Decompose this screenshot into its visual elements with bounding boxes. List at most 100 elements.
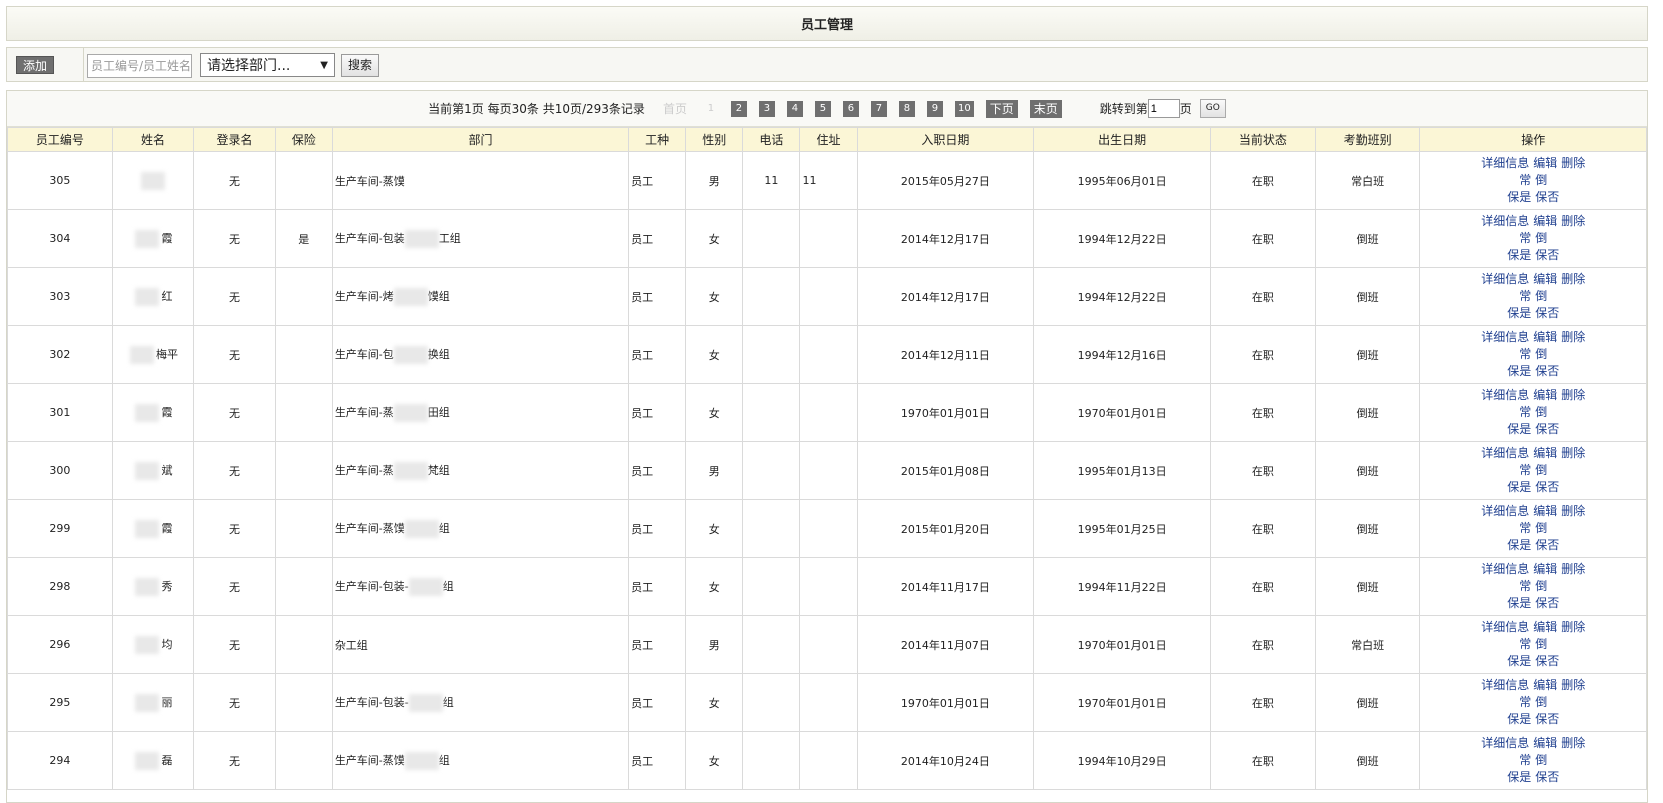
- detail-link[interactable]: 详细信息: [1481, 504, 1529, 518]
- delete-link[interactable]: 删除: [1561, 736, 1585, 750]
- pager-page-2[interactable]: 2: [730, 100, 747, 117]
- insurance-no-link[interactable]: 保否: [1535, 596, 1559, 610]
- set-normal-shift-link[interactable]: 常: [1519, 637, 1531, 651]
- insurance-no-link[interactable]: 保否: [1535, 422, 1559, 436]
- insurance-no-link[interactable]: 保否: [1535, 538, 1559, 552]
- insurance-no-link[interactable]: 保否: [1535, 654, 1559, 668]
- set-rotating-shift-link[interactable]: 倒: [1535, 405, 1547, 419]
- pager-page-3[interactable]: 3: [758, 100, 775, 117]
- insurance-no-link[interactable]: 保否: [1535, 712, 1559, 726]
- delete-link[interactable]: 删除: [1561, 214, 1585, 228]
- delete-link[interactable]: 删除: [1561, 272, 1585, 286]
- set-normal-shift-link[interactable]: 常: [1519, 231, 1531, 245]
- set-rotating-shift-link[interactable]: 倒: [1535, 521, 1547, 535]
- redaction-mask: [135, 461, 160, 480]
- jump-suffix: 页: [1179, 102, 1192, 116]
- detail-link[interactable]: 详细信息: [1481, 272, 1529, 286]
- delete-link[interactable]: 删除: [1561, 156, 1585, 170]
- column-header: 出生日期: [1033, 127, 1211, 152]
- search-input[interactable]: [87, 54, 192, 78]
- pager-page-6[interactable]: 6: [842, 100, 859, 117]
- edit-link[interactable]: 编辑: [1533, 504, 1557, 518]
- delete-link[interactable]: 删除: [1561, 562, 1585, 576]
- pager-page-5[interactable]: 5: [814, 100, 831, 117]
- set-normal-shift-link[interactable]: 常: [1519, 405, 1531, 419]
- insurance-yes-link[interactable]: 保是: [1507, 654, 1531, 668]
- delete-link[interactable]: 删除: [1561, 446, 1585, 460]
- edit-link[interactable]: 编辑: [1533, 156, 1557, 170]
- detail-link[interactable]: 详细信息: [1481, 446, 1529, 460]
- delete-link[interactable]: 删除: [1561, 330, 1585, 344]
- set-rotating-shift-link[interactable]: 倒: [1535, 695, 1547, 709]
- go-button[interactable]: GO: [1199, 99, 1226, 118]
- edit-link[interactable]: 编辑: [1533, 736, 1557, 750]
- insurance-yes-link[interactable]: 保是: [1507, 248, 1531, 262]
- set-rotating-shift-link[interactable]: 倒: [1535, 231, 1547, 245]
- insurance-no-link[interactable]: 保否: [1535, 364, 1559, 378]
- set-rotating-shift-link[interactable]: 倒: [1535, 637, 1547, 651]
- insurance-no-link[interactable]: 保否: [1535, 248, 1559, 262]
- insurance-yes-link[interactable]: 保是: [1507, 770, 1531, 784]
- delete-link[interactable]: 删除: [1561, 388, 1585, 402]
- insurance-yes-link[interactable]: 保是: [1507, 306, 1531, 320]
- detail-link[interactable]: 详细信息: [1481, 330, 1529, 344]
- pager-page-8[interactable]: 8: [898, 100, 915, 117]
- set-rotating-shift-link[interactable]: 倒: [1535, 579, 1547, 593]
- detail-link[interactable]: 详细信息: [1481, 736, 1529, 750]
- insurance-yes-link[interactable]: 保是: [1507, 422, 1531, 436]
- delete-link[interactable]: 删除: [1561, 678, 1585, 692]
- detail-link[interactable]: 详细信息: [1481, 562, 1529, 576]
- edit-link[interactable]: 编辑: [1533, 272, 1557, 286]
- department-select[interactable]: 请选择部门... ▼: [200, 53, 335, 77]
- set-normal-shift-link[interactable]: 常: [1519, 695, 1531, 709]
- set-normal-shift-link[interactable]: 常: [1519, 289, 1531, 303]
- cell-birth: 1970年01月01日: [1033, 673, 1211, 732]
- pager-last[interactable]: 末页: [1029, 99, 1062, 118]
- detail-link[interactable]: 详细信息: [1481, 620, 1529, 634]
- set-normal-shift-link[interactable]: 常: [1519, 347, 1531, 361]
- edit-link[interactable]: 编辑: [1533, 388, 1557, 402]
- pager-next[interactable]: 下页: [985, 99, 1018, 118]
- detail-link[interactable]: 详细信息: [1481, 214, 1529, 228]
- delete-link[interactable]: 删除: [1561, 504, 1585, 518]
- insurance-no-link[interactable]: 保否: [1535, 770, 1559, 784]
- insurance-yes-link[interactable]: 保是: [1507, 596, 1531, 610]
- search-button[interactable]: 搜索: [341, 54, 380, 77]
- edit-link[interactable]: 编辑: [1533, 214, 1557, 228]
- add-button[interactable]: 添加: [16, 56, 55, 74]
- set-normal-shift-link[interactable]: 常: [1519, 753, 1531, 767]
- edit-link[interactable]: 编辑: [1533, 330, 1557, 344]
- edit-link[interactable]: 编辑: [1533, 620, 1557, 634]
- insurance-yes-link[interactable]: 保是: [1507, 190, 1531, 204]
- jump-page-input[interactable]: [1147, 99, 1180, 118]
- pager-page-9[interactable]: 9: [926, 100, 943, 117]
- edit-link[interactable]: 编辑: [1533, 678, 1557, 692]
- set-rotating-shift-link[interactable]: 倒: [1535, 753, 1547, 767]
- set-normal-shift-link[interactable]: 常: [1519, 463, 1531, 477]
- detail-link[interactable]: 详细信息: [1481, 156, 1529, 170]
- edit-link[interactable]: 编辑: [1533, 562, 1557, 576]
- pager-page-10[interactable]: 10: [954, 100, 974, 117]
- set-rotating-shift-link[interactable]: 倒: [1535, 173, 1547, 187]
- set-rotating-shift-link[interactable]: 倒: [1535, 347, 1547, 361]
- pager-page-4[interactable]: 4: [786, 100, 803, 117]
- insurance-yes-link[interactable]: 保是: [1507, 712, 1531, 726]
- insurance-no-link[interactable]: 保否: [1535, 306, 1559, 320]
- insurance-yes-link[interactable]: 保是: [1507, 480, 1531, 494]
- cell-ins: [274, 615, 333, 674]
- set-normal-shift-link[interactable]: 常: [1519, 521, 1531, 535]
- pager-page-7[interactable]: 7: [870, 100, 887, 117]
- column-header: 操作: [1419, 127, 1647, 152]
- insurance-yes-link[interactable]: 保是: [1507, 364, 1531, 378]
- set-normal-shift-link[interactable]: 常: [1519, 173, 1531, 187]
- insurance-no-link[interactable]: 保否: [1535, 190, 1559, 204]
- insurance-no-link[interactable]: 保否: [1535, 480, 1559, 494]
- delete-link[interactable]: 删除: [1561, 620, 1585, 634]
- detail-link[interactable]: 详细信息: [1481, 388, 1529, 402]
- set-rotating-shift-link[interactable]: 倒: [1535, 463, 1547, 477]
- insurance-yes-link[interactable]: 保是: [1507, 538, 1531, 552]
- set-normal-shift-link[interactable]: 常: [1519, 579, 1531, 593]
- detail-link[interactable]: 详细信息: [1481, 678, 1529, 692]
- edit-link[interactable]: 编辑: [1533, 446, 1557, 460]
- set-rotating-shift-link[interactable]: 倒: [1535, 289, 1547, 303]
